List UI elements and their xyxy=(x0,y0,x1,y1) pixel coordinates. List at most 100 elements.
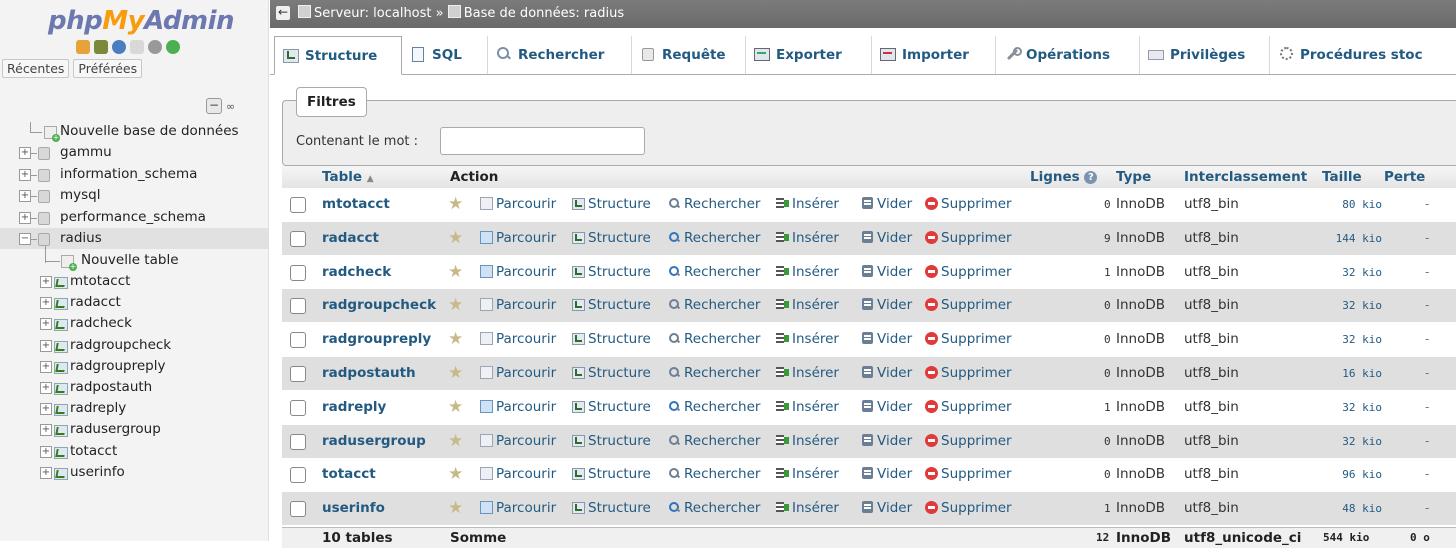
drop-action[interactable]: Supprimer xyxy=(925,323,1012,356)
sidebar-item-tree-table-radreply[interactable]: + radreply xyxy=(0,398,268,419)
sidebar-item-db-information_schema[interactable]: + information_schema xyxy=(0,164,268,185)
help-icon[interactable] xyxy=(112,40,126,54)
expand-icon[interactable]: + xyxy=(40,297,52,310)
phpmyadmin-logo[interactable]: phpMyAdmin xyxy=(48,6,235,36)
insert-action[interactable]: Insérer xyxy=(776,391,839,424)
empty-action[interactable]: Vider xyxy=(861,188,912,221)
new-table-label[interactable]: Nouvelle table xyxy=(81,250,179,271)
sidebar-item-db-mysql[interactable]: + mysql xyxy=(0,185,268,206)
structure-action[interactable]: Structure xyxy=(572,222,651,255)
row-checkbox[interactable] xyxy=(290,332,306,349)
browse-action[interactable]: Parcourir xyxy=(480,492,556,525)
tab-query[interactable]: Requête xyxy=(632,36,746,74)
structure-action[interactable]: Structure xyxy=(572,188,651,221)
header-overhead[interactable]: Perte xyxy=(1384,166,1425,188)
browse-action[interactable]: Parcourir xyxy=(480,188,556,221)
back-arrow-icon[interactable]: ← xyxy=(276,6,290,20)
tab-import[interactable]: Importer xyxy=(872,36,996,74)
search-action[interactable]: Rechercher xyxy=(668,256,760,289)
search-action[interactable]: Rechercher xyxy=(668,357,760,390)
favorite-star-icon[interactable]: ★ xyxy=(448,297,463,314)
table-size-link[interactable]: 48 kio xyxy=(1342,492,1382,525)
table-size-link[interactable]: 80 kio xyxy=(1342,188,1382,221)
recent-tab[interactable]: Récentes xyxy=(2,59,70,78)
expand-icon[interactable]: + xyxy=(40,276,52,288)
browse-action[interactable]: Parcourir xyxy=(480,323,556,356)
table-name-link[interactable]: radacct xyxy=(322,222,379,255)
table-label[interactable]: radcheck xyxy=(70,313,132,334)
browse-action[interactable]: Parcourir xyxy=(480,289,556,322)
database-label[interactable]: information_schema xyxy=(60,164,197,185)
favorite-star-icon[interactable]: ★ xyxy=(448,229,463,247)
table-size-link[interactable]: 32 kio xyxy=(1342,289,1382,322)
insert-action[interactable]: Insérer xyxy=(776,492,839,525)
favorite-star-icon[interactable]: ★ xyxy=(448,263,463,281)
sidebar-item-tree-table-radgroupreply[interactable]: + radgroupreply xyxy=(0,356,268,377)
row-checkbox[interactable] xyxy=(290,197,306,213)
sidebar-item-tree-table-radusergroup[interactable]: + radusergroup xyxy=(0,419,268,440)
empty-action[interactable]: Vider xyxy=(861,458,912,491)
expand-icon[interactable]: + xyxy=(19,147,31,159)
table-label[interactable]: radusergroup xyxy=(70,419,161,440)
table-name-link[interactable]: radgroupreply xyxy=(322,323,431,356)
sidebar-item-tree-table-radcheck[interactable]: + radcheck xyxy=(0,313,268,334)
drop-action[interactable]: Supprimer xyxy=(925,222,1012,255)
structure-action[interactable]: Structure xyxy=(572,425,651,458)
header-size[interactable]: Taille xyxy=(1322,166,1362,188)
expand-icon[interactable]: + xyxy=(40,403,52,416)
search-action[interactable]: Rechercher xyxy=(668,391,760,424)
table-label[interactable]: radreply xyxy=(70,398,126,419)
sidebar-item-db-performance_schema[interactable]: + performance_schema xyxy=(0,207,268,228)
drop-action[interactable]: Supprimer xyxy=(925,289,1012,322)
docs-icon[interactable] xyxy=(130,40,144,54)
table-size-link[interactable]: 32 kio xyxy=(1342,391,1382,424)
table-label[interactable]: radgroupcheck xyxy=(70,335,171,356)
table-name-link[interactable]: radreply xyxy=(322,391,386,424)
row-checkbox[interactable] xyxy=(290,366,306,382)
expand-icon[interactable]: + xyxy=(40,318,52,331)
empty-action[interactable]: Vider xyxy=(861,425,912,458)
table-size-link[interactable]: 16 kio xyxy=(1342,357,1382,390)
search-action[interactable]: Rechercher xyxy=(668,323,760,356)
drop-action[interactable]: Supprimer xyxy=(925,391,1012,424)
table-name-link[interactable]: radgroupcheck xyxy=(322,289,436,322)
expand-icon[interactable]: + xyxy=(40,445,52,458)
tab-privileges[interactable]: Privilèges xyxy=(1140,36,1270,74)
header-collation[interactable]: Interclassement xyxy=(1184,166,1307,188)
reload-icon[interactable] xyxy=(166,40,180,54)
collapse-all-icon[interactable]: − xyxy=(206,98,222,114)
table-size-link[interactable]: 32 kio xyxy=(1342,256,1382,289)
favorite-star-icon[interactable]: ★ xyxy=(448,331,463,348)
drop-action[interactable]: Supprimer xyxy=(925,188,1012,221)
row-checkbox[interactable] xyxy=(290,298,306,315)
row-checkbox[interactable] xyxy=(290,399,306,416)
database-label[interactable]: mysql xyxy=(60,185,101,206)
home-icon[interactable] xyxy=(76,40,90,54)
breadcrumb-database[interactable]: Base de données: radius xyxy=(464,6,624,21)
browse-action[interactable]: Parcourir xyxy=(480,222,556,255)
favorite-star-icon[interactable]: ★ xyxy=(448,365,463,382)
table-size-link[interactable]: 32 kio xyxy=(1342,323,1382,356)
drop-action[interactable]: Supprimer xyxy=(925,256,1012,289)
table-label[interactable]: userinfo xyxy=(70,462,125,483)
sidebar-item-tree-table-radacct[interactable]: + radacct xyxy=(0,292,268,313)
tab-export[interactable]: Exporter xyxy=(746,36,872,74)
help-icon[interactable]: ? xyxy=(1084,171,1098,184)
header-rows[interactable]: Lignes ? xyxy=(1030,166,1098,188)
drop-action[interactable]: Supprimer xyxy=(925,458,1012,491)
row-checkbox[interactable] xyxy=(290,501,306,518)
sidebar-item-tree-table-userinfo[interactable]: + userinfo xyxy=(0,462,268,483)
search-action[interactable]: Rechercher xyxy=(668,492,760,525)
empty-action[interactable]: Vider xyxy=(861,323,912,356)
insert-action[interactable]: Insérer xyxy=(776,323,839,356)
search-action[interactable]: Rechercher xyxy=(668,425,760,458)
table-name-link[interactable]: radusergroup xyxy=(322,425,426,458)
browse-action[interactable]: Parcourir xyxy=(480,425,556,458)
favorites-tab[interactable]: Préférées xyxy=(73,59,143,78)
sidebar-item-tree-table-radgroupcheck[interactable]: + radgroupcheck xyxy=(0,335,268,356)
tab-search[interactable]: Rechercher xyxy=(488,36,632,74)
favorite-star-icon[interactable]: ★ xyxy=(448,466,463,483)
new-database-item[interactable]: Nouvelle base de données xyxy=(0,121,268,142)
row-checkbox[interactable] xyxy=(290,230,306,247)
new-table-item[interactable]: Nouvelle table xyxy=(0,250,268,271)
